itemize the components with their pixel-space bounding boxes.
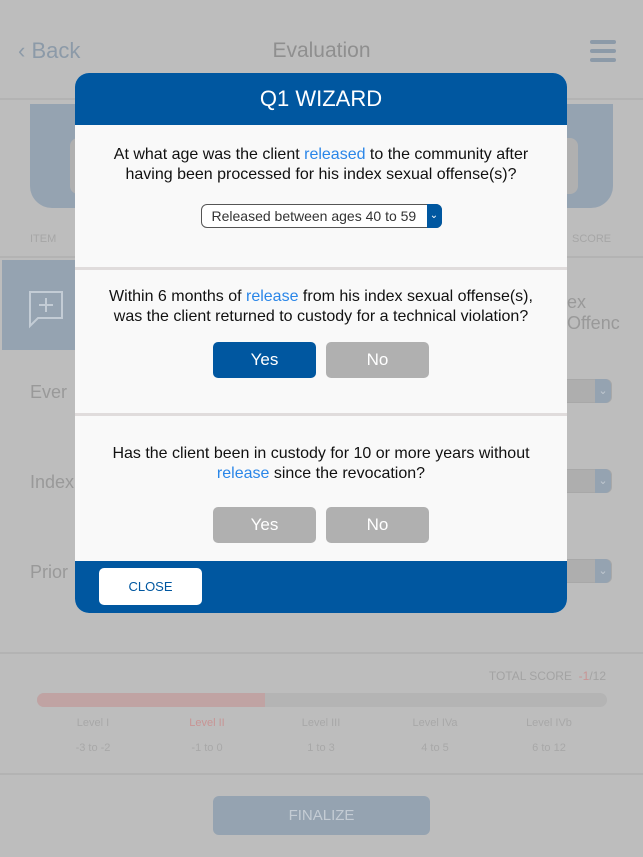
score-dropdown[interactable]: ⌄ [565,379,612,403]
row-item-label: Ever [30,382,68,402]
yes-button[interactable]: Yes [213,342,316,378]
chevron-down-icon: ⌄ [595,379,611,403]
question-2: Within 6 months of release from his inde… [75,270,567,416]
level-range: 1 to 3 [307,742,335,754]
question-3: Has the client been in custody for 10 or… [75,416,567,563]
row-item-label: Prior [30,562,69,582]
modal-footer: CLOSE [75,561,567,613]
add-comment-button[interactable] [2,260,77,350]
no-button[interactable]: No [326,507,429,543]
no-button[interactable]: No [326,342,429,378]
level-label: Level IVb [526,717,572,729]
question-text: Within 6 months of release from his inde… [109,288,533,325]
level-label: Level I [76,717,110,729]
level-range: 4 to 5 [421,742,449,754]
chevron-down-icon: ⌄ [595,559,611,583]
column-header-item: ITEM [30,233,57,245]
score-dropdown[interactable]: ⌄ [565,469,612,493]
term-link[interactable]: release [217,465,269,482]
column-header-score: SCORE [572,233,612,245]
chevron-down-icon: ⌄ [426,204,442,228]
chevron-down-icon: ⌄ [595,469,611,493]
modal-title: Q1 WIZARD [75,73,567,125]
finalize-button[interactable]: FINALIZE [213,796,430,835]
q1-wizard-modal: Q1 WIZARD At what age was the client rel… [75,73,567,613]
term-link[interactable]: released [304,146,365,163]
divider [0,652,643,654]
level-range: 6 to 12 [532,742,566,754]
total-score: TOTAL SCORE -1/12 [488,669,606,683]
row-item-label: ex Offenc [567,292,620,333]
yes-button[interactable]: Yes [213,507,316,543]
term-link[interactable]: release [246,288,298,305]
level-label: Level II [189,717,225,729]
divider [0,773,643,775]
score-dropdown[interactable]: ⌄ [565,559,612,583]
question-text: Has the client been in custody for 10 or… [112,445,530,482]
page-title: Evaluation [272,39,371,62]
hamburger-menu-icon[interactable] [590,40,616,67]
score-progress-bar [37,693,607,707]
level-label: Level IVa [412,717,458,729]
score-progress-fill [37,693,265,707]
level-range: -3 to -2 [75,742,111,754]
close-button[interactable]: CLOSE [99,568,202,605]
question-1: At what age was the client released to t… [75,125,567,270]
comment-plus-icon [29,291,63,329]
question-text: At what age was the client released to t… [113,146,529,183]
row-item-label: Index [30,472,75,492]
age-select[interactable]: Released between ages 40 to 59 ⌄ [200,204,442,228]
level-range: -1 to 0 [191,742,223,754]
level-label: Level III [301,717,341,729]
